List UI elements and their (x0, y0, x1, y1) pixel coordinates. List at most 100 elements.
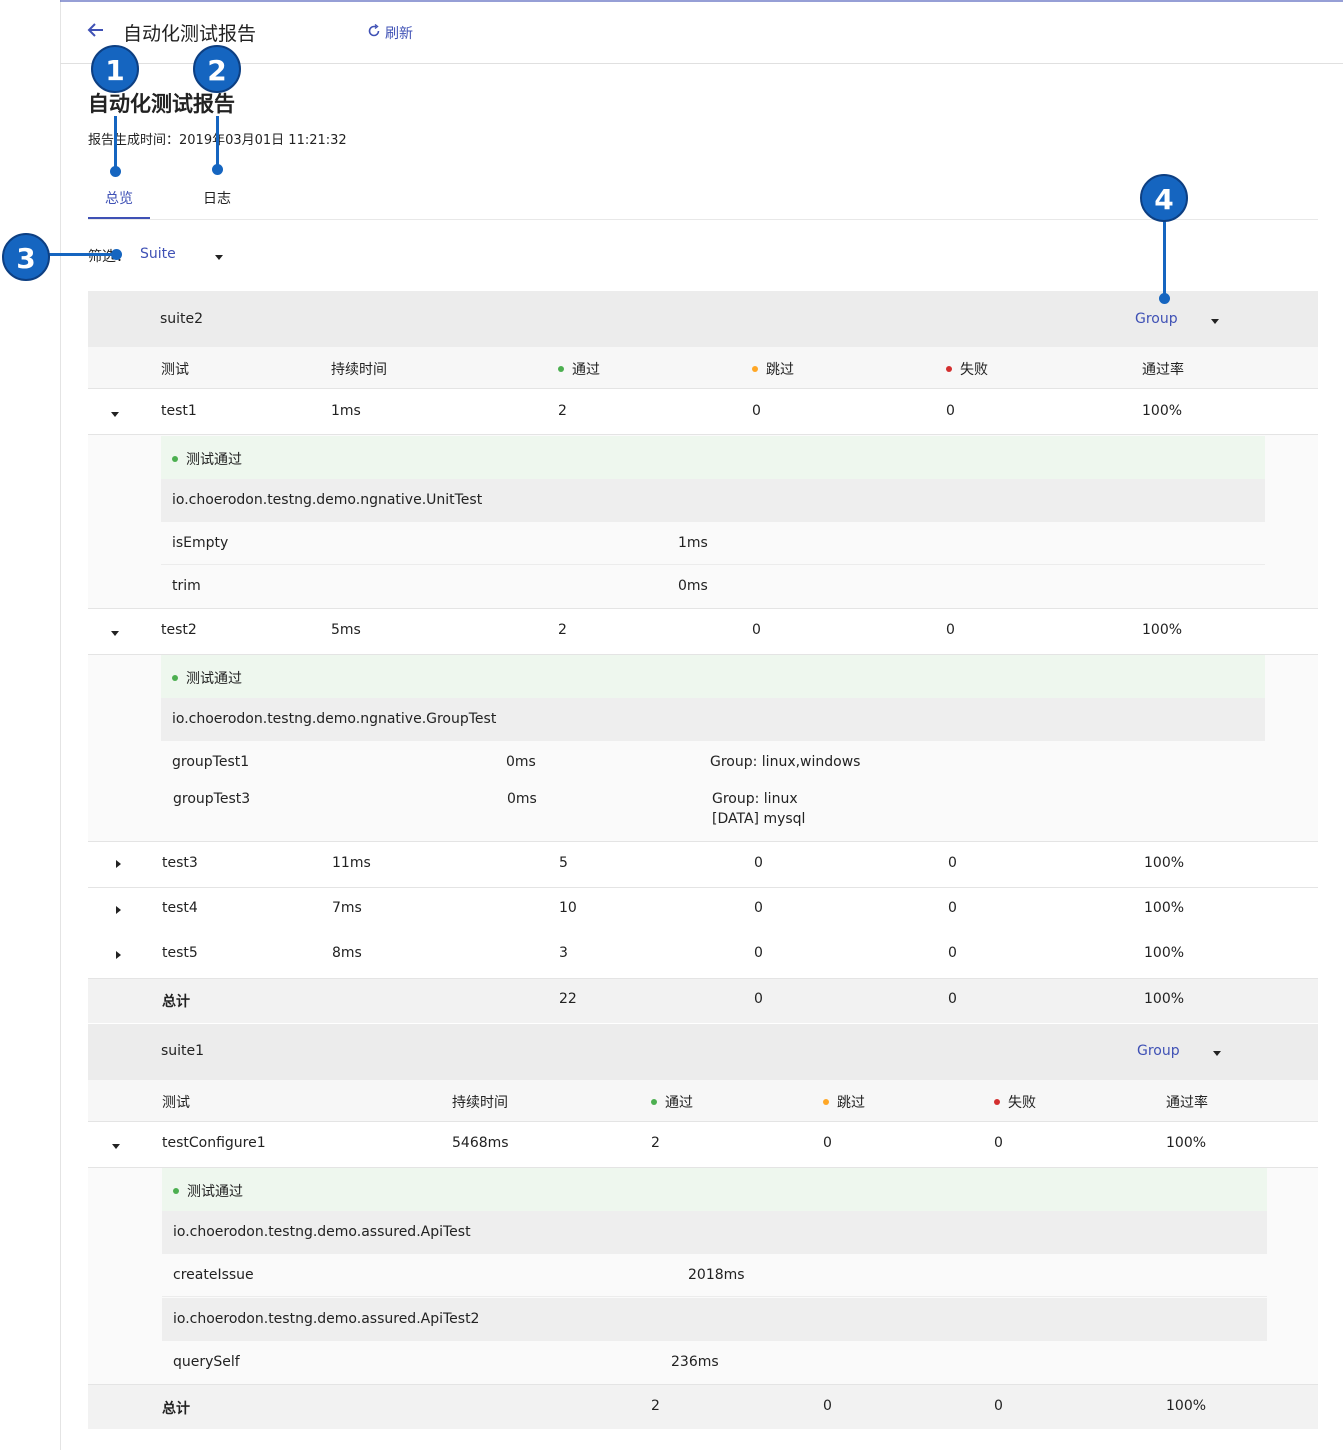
tab-log[interactable]: 日志 (203, 188, 231, 208)
row-rate: 100% (1144, 855, 1185, 871)
row-skip: 0 (823, 1135, 832, 1151)
method-name: createIssue (173, 1267, 254, 1283)
arrow-left-icon[interactable] (86, 20, 110, 44)
row-duration: 5468ms (452, 1135, 509, 1151)
col-test: 测试 (161, 362, 189, 378)
method-info: Group: linux,windows (710, 754, 861, 770)
chevron-down-icon[interactable] (215, 255, 223, 260)
pass-dot-icon (651, 1099, 657, 1105)
col-skip: 跳过 (823, 1092, 865, 1112)
total-rate: 100% (1166, 1398, 1207, 1414)
pass-dot-icon (173, 1188, 179, 1194)
filter-select[interactable]: Suite (140, 246, 176, 262)
method-duration: 2018ms (688, 1267, 745, 1283)
row-duration: 11ms (332, 855, 371, 871)
callout-anchor (111, 249, 122, 260)
row-pass: 2 (558, 622, 567, 638)
row-rate: 100% (1142, 622, 1183, 638)
col-rate: 通过率 (1166, 1095, 1208, 1111)
total-rate: 100% (1144, 991, 1185, 1007)
table-header: 测试 持续时间 通过 跳过 失败 通过率 (88, 347, 1318, 389)
group-select[interactable]: Group (1137, 1043, 1180, 1059)
test-detail: 测试通过 io.choerodon.testng.demo.assured.Ap… (88, 1168, 1318, 1385)
pass-dot-icon (558, 366, 564, 372)
col-rate: 通过率 (1142, 362, 1184, 378)
table-row[interactable]: test5 8ms 3 0 0 100% (88, 933, 1318, 979)
table-row[interactable]: test3 11ms 5 0 0 100% (88, 842, 1318, 888)
header-divider (60, 63, 1343, 64)
method-info: Group: linux (712, 791, 798, 807)
col-duration: 持续时间 (331, 362, 387, 378)
collapse-toggle-icon[interactable] (112, 1144, 120, 1149)
total-fail: 0 (994, 1398, 1003, 1414)
row-test-name: test1 (161, 403, 197, 419)
callout-badge-1: 1 (91, 45, 139, 93)
skip-dot-icon (823, 1099, 829, 1105)
class-row: io.choerodon.testng.demo.assured.ApiTest… (162, 1298, 1267, 1341)
callout-leader (48, 253, 116, 256)
row-rate: 100% (1166, 1135, 1207, 1151)
total-row: 总计 2 0 0 100% (88, 1385, 1318, 1429)
test-detail: 测试通过 io.choerodon.testng.demo.ngnative.G… (88, 655, 1318, 842)
total-skip: 0 (754, 991, 763, 1007)
chevron-down-icon[interactable] (1213, 1051, 1221, 1056)
method-name: groupTest1 (172, 754, 250, 770)
row-fail: 0 (946, 403, 955, 419)
method-duration: 0ms (678, 578, 708, 594)
row-fail: 0 (994, 1135, 1003, 1151)
expand-toggle-icon[interactable] (116, 951, 121, 959)
left-border (60, 0, 61, 1450)
row-rate: 100% (1144, 900, 1185, 916)
tab-active-indicator (88, 217, 150, 219)
chevron-down-icon[interactable] (1211, 319, 1219, 324)
row-duration: 7ms (332, 900, 362, 916)
fail-dot-icon (946, 366, 952, 372)
table-row[interactable]: test2 5ms 2 0 0 100% (88, 609, 1318, 655)
col-test: 测试 (162, 1095, 190, 1111)
row-test-name: test4 (162, 900, 198, 916)
callout-anchor (212, 164, 223, 175)
class-row: io.choerodon.testng.demo.ngnative.UnitTe… (161, 479, 1265, 522)
col-duration: 持续时间 (452, 1095, 508, 1111)
collapse-toggle-icon[interactable] (111, 412, 119, 417)
method-row: groupTest3 0ms Group: linux [DATA] mysql (161, 779, 1265, 839)
expand-toggle-icon[interactable] (116, 860, 121, 868)
total-label: 总计 (162, 994, 190, 1010)
table-row[interactable]: test4 7ms 10 0 0 100% (88, 888, 1318, 934)
method-name: isEmpty (172, 535, 229, 551)
table-header: 测试 持续时间 通过 跳过 失败 通过率 (88, 1080, 1318, 1122)
method-row: createIssue 2018ms (162, 1254, 1267, 1297)
collapse-toggle-icon[interactable] (111, 631, 119, 636)
row-pass: 10 (559, 900, 577, 916)
refresh-button[interactable]: 刷新 (367, 23, 413, 43)
method-name: trim (172, 578, 201, 594)
row-fail: 0 (946, 622, 955, 638)
row-fail: 0 (948, 900, 957, 916)
row-fail: 0 (948, 855, 957, 871)
class-name: io.choerodon.testng.demo.ngnative.UnitTe… (172, 492, 483, 508)
method-name: querySelf (173, 1354, 240, 1370)
fail-dot-icon (994, 1099, 1000, 1105)
table-row[interactable]: test1 1ms 2 0 0 100% (88, 389, 1318, 435)
refresh-label: 刷新 (385, 26, 413, 42)
group-select[interactable]: Group (1135, 311, 1178, 327)
col-fail: 失败 (946, 359, 988, 379)
row-duration: 8ms (332, 945, 362, 961)
row-pass: 2 (651, 1135, 660, 1151)
row-pass: 5 (559, 855, 568, 871)
table-row[interactable]: testConfigure1 5468ms 2 0 0 100% (88, 1122, 1318, 1168)
pass-dot-icon (172, 675, 178, 681)
expand-toggle-icon[interactable] (116, 906, 121, 914)
class-name: io.choerodon.testng.demo.assured.ApiTest… (173, 1311, 480, 1327)
method-row: querySelf 236ms (162, 1341, 1267, 1384)
tab-overview[interactable]: 总览 (105, 188, 133, 208)
method-row: isEmpty 1ms (161, 522, 1265, 565)
suite-name: suite1 (161, 1043, 205, 1059)
callout-anchor (1159, 293, 1170, 304)
col-fail: 失败 (994, 1092, 1036, 1112)
status-bar: 测试通过 (161, 436, 1265, 479)
method-row: groupTest1 0ms Group: linux,windows (161, 741, 1265, 784)
status-bar: 测试通过 (162, 1168, 1267, 1211)
suite-header: suite2 Group (88, 291, 1318, 347)
total-pass: 2 (651, 1398, 660, 1414)
